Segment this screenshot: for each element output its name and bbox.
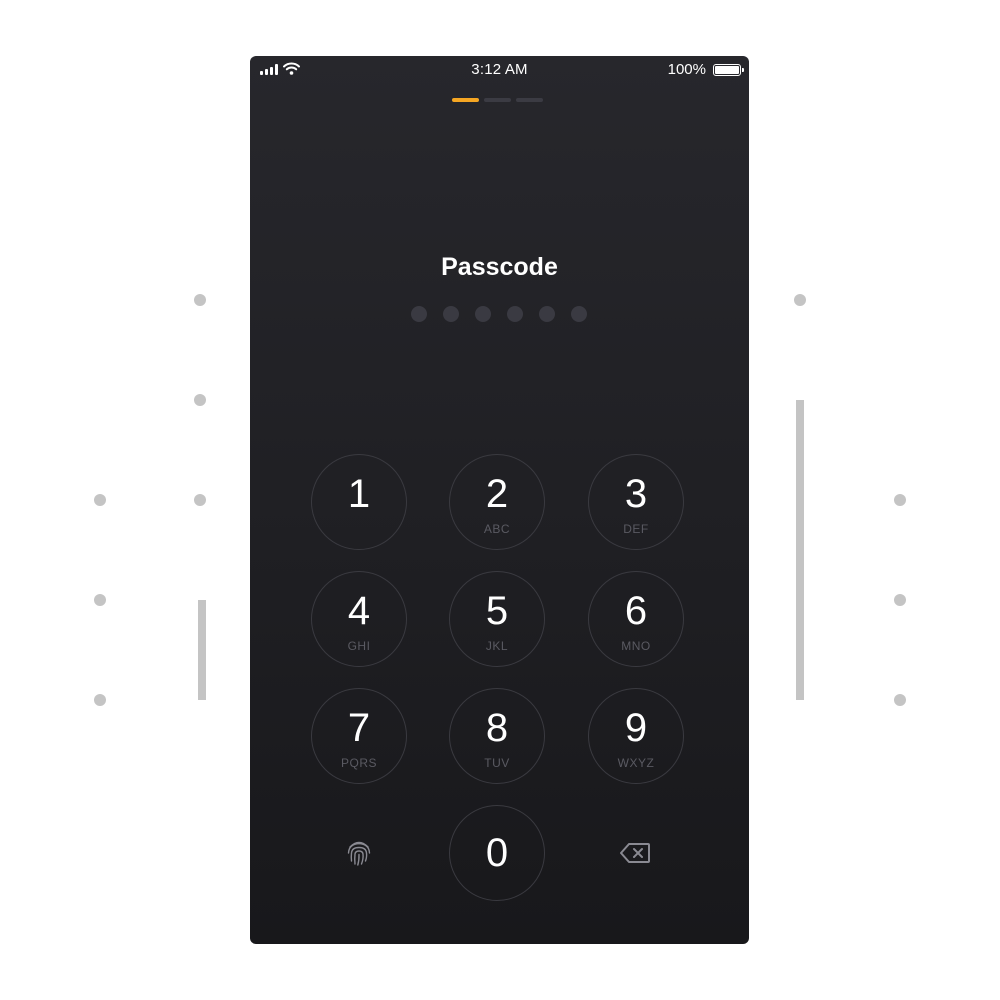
decor-dot: [794, 294, 806, 306]
phone-screen: 3:12 AM 100% Passcode 1 2 ABC 3 DEF 4 GHI 5 JKL 6…: [250, 56, 749, 944]
key-digit: 5: [485, 588, 509, 633]
key-1[interactable]: 1: [311, 454, 407, 550]
battery-icon: [713, 64, 744, 76]
backspace-button[interactable]: [605, 823, 665, 883]
key-letters: WXYZ: [617, 755, 655, 770]
decor-dot: [894, 494, 906, 506]
key-digit: 4: [347, 588, 371, 633]
key-9[interactable]: 9 WXYZ: [588, 688, 684, 784]
key-5[interactable]: 5 JKL: [449, 571, 545, 667]
key-4[interactable]: 4 GHI: [311, 571, 407, 667]
decor-bar: [796, 400, 804, 700]
passcode-dot: [411, 306, 427, 322]
passcode-dot: [475, 306, 491, 322]
key-digit: 6: [624, 588, 648, 633]
key-6[interactable]: 6 MNO: [588, 571, 684, 667]
fingerprint-icon: [347, 841, 371, 866]
key-digit: 1: [347, 471, 371, 516]
decor-dot: [94, 694, 106, 706]
key-digit: 8: [485, 705, 509, 750]
key-letters: DEF: [623, 521, 649, 536]
decor-dot: [894, 694, 906, 706]
key-2[interactable]: 2 ABC: [449, 454, 545, 550]
battery-percent: 100%: [667, 61, 706, 78]
passcode-dot: [539, 306, 555, 322]
passcode-dot: [571, 306, 587, 322]
key-digit: 7: [347, 705, 371, 750]
decor-dot: [94, 494, 106, 506]
fingerprint-button[interactable]: [329, 823, 389, 883]
step-segment: [452, 98, 479, 102]
decor-dot: [894, 594, 906, 606]
key-letters: JKL: [485, 638, 509, 653]
key-digit: 0: [485, 831, 509, 875]
step-indicator: [452, 98, 543, 102]
key-digit: 3: [624, 471, 648, 516]
decor-bar: [198, 600, 206, 700]
key-letters: TUV: [484, 755, 510, 770]
backspace-icon: [620, 843, 650, 863]
key-letters: ABC: [483, 521, 511, 536]
passcode-dot: [443, 306, 459, 322]
step-segment: [516, 98, 543, 102]
key-0[interactable]: 0: [449, 805, 545, 901]
step-segment: [484, 98, 511, 102]
key-7[interactable]: 7 PQRS: [311, 688, 407, 784]
decor-dot: [194, 294, 206, 306]
key-letters: GHI: [347, 638, 371, 653]
decor-dot: [194, 494, 206, 506]
key-digit: 2: [485, 471, 509, 516]
passcode-dot: [507, 306, 523, 322]
key-8[interactable]: 8 TUV: [449, 688, 545, 784]
key-letters: MNO: [621, 638, 651, 653]
page-title: Passcode: [441, 253, 558, 281]
decor-dot: [94, 594, 106, 606]
key-letters: PQRS: [340, 755, 377, 770]
key-digit: 9: [624, 705, 648, 750]
decor-dot: [194, 394, 206, 406]
passcode-dots: [411, 306, 587, 322]
key-3[interactable]: 3 DEF: [588, 454, 684, 550]
status-bar: 3:12 AM 100%: [250, 56, 749, 84]
